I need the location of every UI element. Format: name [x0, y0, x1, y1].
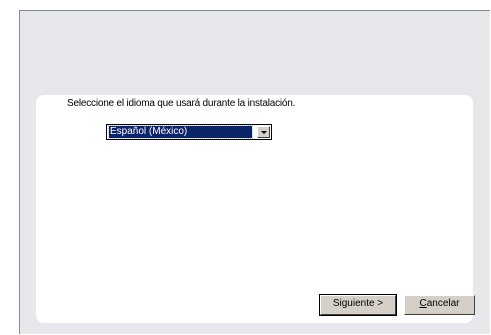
chevron-down-icon [261, 131, 267, 134]
dropdown-button[interactable] [257, 126, 270, 138]
language-prompt: Seleccione el idioma que usará durante l… [67, 98, 296, 109]
cancel-button[interactable]: Cancelar [404, 295, 475, 315]
next-button[interactable]: Siguiente > [319, 294, 397, 316]
cancel-mnemonic: C [419, 298, 427, 309]
language-select[interactable]: Español (México) [106, 124, 272, 140]
cancel-label-rest: ancelar [426, 298, 460, 309]
language-select-value: Español (México) [108, 125, 253, 139]
